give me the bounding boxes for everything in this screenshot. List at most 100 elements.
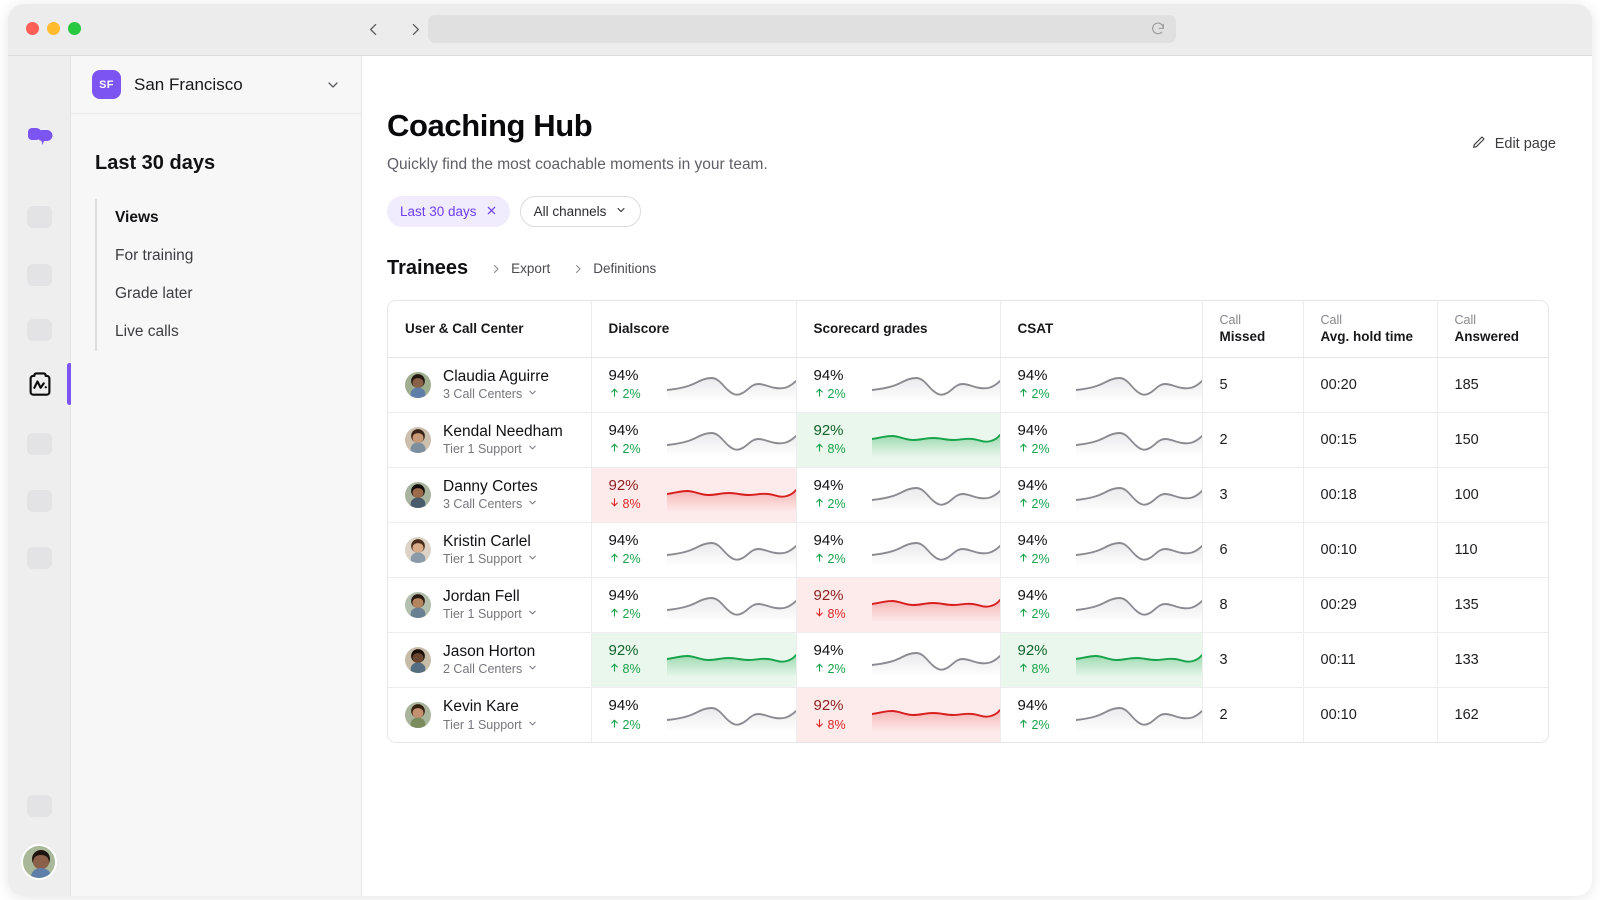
chevron-down-icon[interactable] [325, 77, 341, 93]
avatar [405, 481, 431, 508]
scorecard-cell[interactable]: 92% 8% [796, 412, 1001, 468]
user-call-center[interactable]: 2 Call Centers [443, 662, 538, 676]
reload-icon[interactable] [1150, 21, 1166, 37]
dialscore-cell[interactable]: 94% 2% [591, 687, 797, 742]
table-row[interactable]: Claudia Aguirre 3 Call Centers 94% 2% 94… [388, 357, 1548, 413]
chevron-down-icon[interactable] [527, 552, 538, 566]
app-logo-icon[interactable] [26, 128, 54, 148]
chevron-down-icon[interactable] [527, 718, 538, 732]
chevron-down-icon[interactable] [527, 662, 538, 676]
dialscore-cell[interactable]: 94% 2% [591, 357, 797, 413]
page-root: SF San Francisco Last 30 days Views For … [0, 0, 1600, 900]
sidebar-item-for-training[interactable]: For training [115, 237, 361, 275]
table-row[interactable]: Kristin Carlel Tier 1 Support 94% 2% 94%… [388, 522, 1548, 578]
user-cell[interactable]: Kevin Kare Tier 1 Support [388, 687, 592, 742]
user-call-center[interactable]: Tier 1 Support [443, 718, 538, 732]
rail-placeholder-7[interactable] [27, 795, 52, 817]
user-cell[interactable]: Jordan Fell Tier 1 Support [388, 577, 592, 633]
user-cell[interactable]: Kendal Needham Tier 1 Support [388, 412, 592, 468]
csat-cell[interactable]: 94% 2% [1000, 357, 1203, 413]
col-call-answered[interactable]: Call Answered [1437, 301, 1548, 358]
sidebar-item-grade-later[interactable]: Grade later [115, 275, 361, 313]
rail-placeholder-1[interactable] [27, 206, 52, 228]
col-scorecard-grades[interactable]: Scorecard grades [796, 301, 1001, 358]
workspace-switcher[interactable]: SF San Francisco [71, 56, 361, 114]
close-icon[interactable] [486, 204, 497, 219]
arrow-up-icon [814, 552, 825, 566]
user-call-center[interactable]: Tier 1 Support [443, 442, 563, 456]
col-call-missed[interactable]: Call Missed [1202, 301, 1304, 358]
csat-cell[interactable]: 92% 8% [1000, 632, 1203, 688]
chevron-right-icon[interactable] [402, 16, 428, 42]
maximize-window-button[interactable] [68, 22, 81, 35]
user-call-center[interactable]: 3 Call Centers [443, 387, 549, 401]
dialscore-cell[interactable]: 94% 2% [591, 522, 797, 578]
export-link[interactable]: Export [490, 261, 550, 276]
chevron-down-icon[interactable] [527, 442, 538, 456]
table-row[interactable]: Kevin Kare Tier 1 Support 94% 2% 92% 8% … [388, 687, 1548, 742]
user-cell[interactable]: Claudia Aguirre 3 Call Centers [388, 357, 592, 413]
dialscore-cell[interactable]: 92% 8% [591, 632, 797, 688]
table-row[interactable]: Kendal Needham Tier 1 Support 94% 2% 92%… [388, 412, 1548, 468]
scorecard-cell[interactable]: 94% 2% [796, 357, 1001, 413]
dialscore-delta: 8% [609, 497, 657, 511]
filter-chip-last-30-days[interactable]: Last 30 days [387, 196, 510, 227]
sidebar-item-live-calls[interactable]: Live calls [115, 313, 361, 351]
csat-cell[interactable]: 94% 2% [1000, 467, 1203, 523]
call-hold-time-cell: 00:10 [1303, 687, 1438, 742]
scorecard-cell[interactable]: 94% 2% [796, 632, 1001, 688]
user-cell[interactable]: Kristin Carlel Tier 1 Support [388, 522, 592, 578]
chevron-down-icon[interactable] [615, 204, 627, 219]
close-window-button[interactable] [26, 22, 39, 35]
chevron-down-icon[interactable] [527, 497, 538, 511]
rail-placeholder-6[interactable] [27, 547, 52, 569]
col-csat[interactable]: CSAT [1000, 301, 1203, 358]
csat-cell[interactable]: 94% 2% [1000, 687, 1203, 742]
scorecard-cell[interactable]: 94% 2% [796, 467, 1001, 523]
table-row[interactable]: Jordan Fell Tier 1 Support 94% 2% 92% 8%… [388, 577, 1548, 633]
filter-chip-all-channels[interactable]: All channels [519, 196, 642, 227]
user-avatar[interactable] [21, 844, 57, 880]
chevron-down-icon[interactable] [527, 387, 538, 401]
col-user-call-center[interactable]: User & Call Center [388, 301, 592, 358]
csat-cell[interactable]: 94% 2% [1000, 522, 1203, 578]
csat-cell[interactable]: 94% 2% [1000, 577, 1203, 633]
sidebar-item-views[interactable]: Views [115, 199, 361, 237]
chevron-down-icon[interactable] [527, 607, 538, 621]
scorecard-cell[interactable]: 92% 8% [796, 687, 1001, 742]
scorecard-cell[interactable]: 94% 2% [796, 522, 1001, 578]
rail-placeholder-3[interactable] [27, 319, 52, 341]
csat-metric: 94% 2% [1001, 523, 1202, 577]
dialscore-cell[interactable]: 94% 2% [591, 412, 797, 468]
user-call-center[interactable]: Tier 1 Support [443, 607, 538, 621]
rail-placeholder-4[interactable] [27, 433, 52, 455]
dialscore-cell[interactable]: 94% 2% [591, 577, 797, 633]
dialscore-values: 94% 2% [609, 697, 657, 731]
col-dialscore[interactable]: Dialscore [591, 301, 797, 358]
table-row[interactable]: Jason Horton 2 Call Centers 92% 8% 94% 2… [388, 632, 1548, 688]
minimize-window-button[interactable] [47, 22, 60, 35]
user-call-center[interactable]: 3 Call Centers [443, 497, 538, 511]
scorecard-cell[interactable]: 92% 8% [796, 577, 1001, 633]
user-call-center-label: 3 Call Centers [443, 497, 523, 512]
edit-page-button[interactable]: Edit page [1471, 134, 1556, 154]
csat-delta-value: 2% [1031, 717, 1050, 732]
call-missed-value: 5 [1219, 376, 1228, 393]
user-cell[interactable]: Jason Horton 2 Call Centers [388, 632, 592, 688]
col-call-avg-hold-time[interactable]: Call Avg. hold time [1303, 301, 1438, 358]
rail-placeholder-5[interactable] [27, 490, 52, 512]
call-hold-time-value: 00:29 [1320, 596, 1357, 613]
csat-cell[interactable]: 94% 2% [1000, 412, 1203, 468]
definitions-link[interactable]: Definitions [572, 261, 656, 276]
rail-placeholder-2[interactable] [27, 264, 52, 286]
csat-sparkline [1075, 643, 1202, 677]
call-hold-time-cell: 00:29 [1303, 577, 1438, 633]
dialscore-cell[interactable]: 92% 8% [591, 467, 797, 523]
user-cell[interactable]: Danny Cortes 3 Call Centers [388, 467, 592, 523]
clipboard-activity-icon[interactable] [25, 369, 55, 399]
table-row[interactable]: Danny Cortes 3 Call Centers 92% 8% 94% 2… [388, 467, 1548, 523]
user-call-center[interactable]: Tier 1 Support [443, 552, 538, 566]
address-bar[interactable] [428, 15, 1176, 43]
chevron-left-icon[interactable] [360, 16, 386, 42]
csat-values: 94% 2% [1018, 587, 1066, 621]
